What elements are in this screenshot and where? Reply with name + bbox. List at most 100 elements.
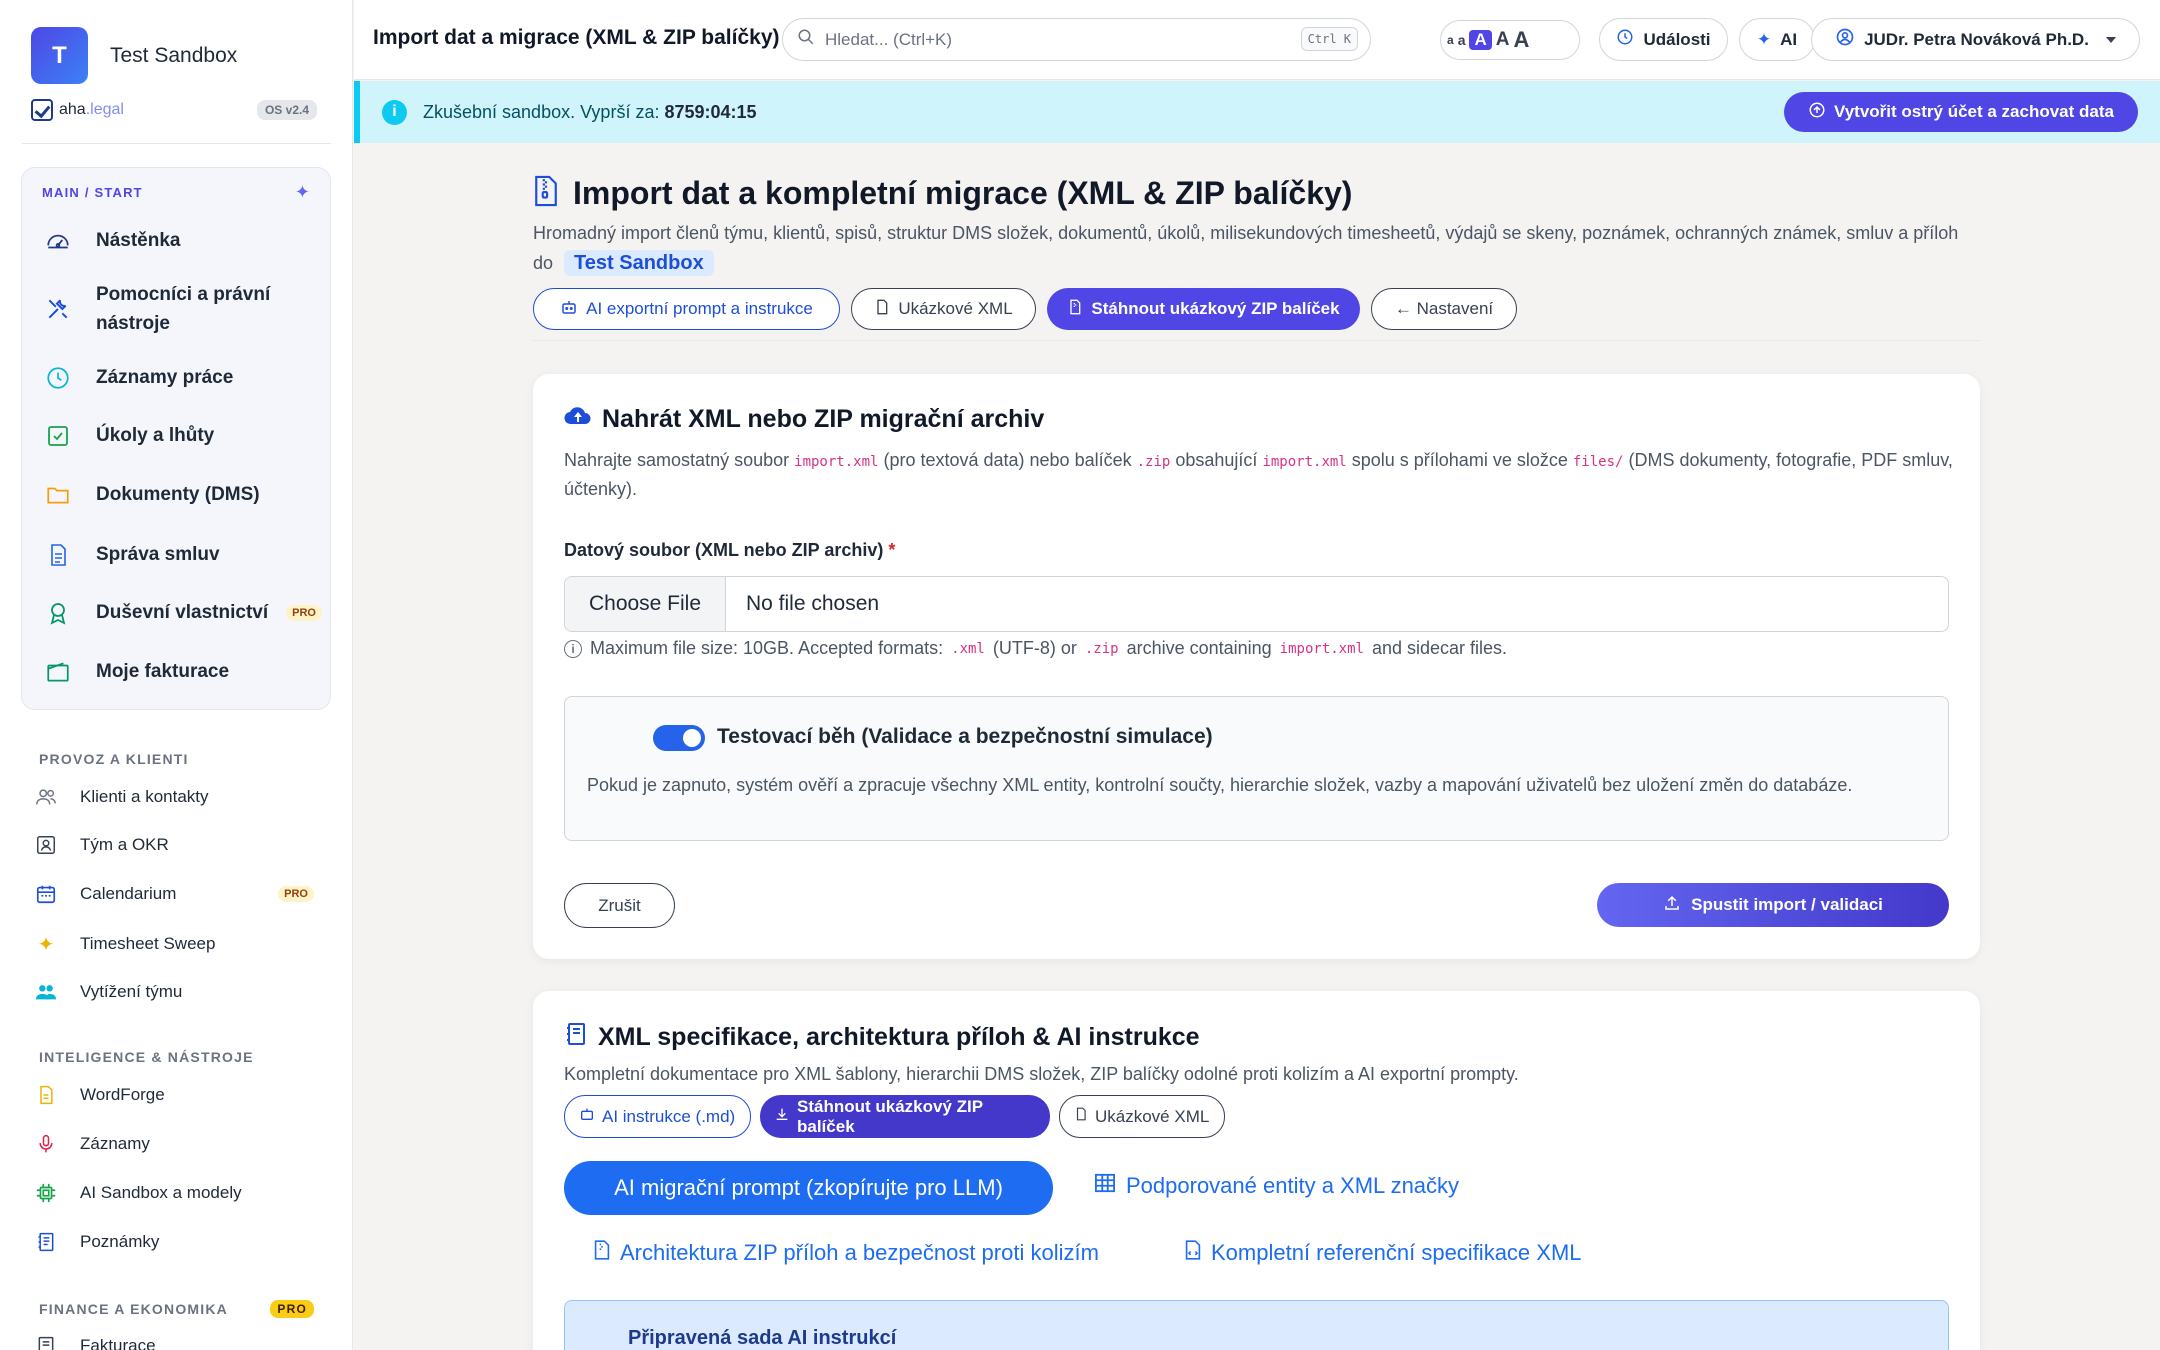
cancel-button[interactable]: Zrušit [564,883,675,928]
spec-description: Kompletní dokumentace pro XML šablony, h… [564,1064,1519,1084]
user-menu[interactable]: JUDr. Petra Nováková Ph.D. [1811,18,2140,61]
sidebar-item-label: Nástěnka [96,230,181,251]
sidebar-item-poznamky[interactable]: Poznámky [34,1230,324,1254]
ai-label: AI [1780,29,1798,49]
sidebar-item-label: WordForge [80,1085,165,1104]
workspace-switcher[interactable]: T Test Sandbox [31,27,237,84]
page-description: Hromadný import členů týmu, klientů, spi… [533,218,1983,278]
download-icon [774,1106,790,1127]
description-text: Hromadný import členů týmu, klientů, spi… [533,223,1959,273]
version-badge: OS v2.4 [256,100,317,120]
sidebar-item-label: Fakturace [80,1336,156,1350]
create-account-button[interactable]: Vytvořit ostrý účet a zachovat data [1784,92,2138,132]
hint-part: archive containing [1126,638,1272,658]
settings-button[interactable]: ← Nastavení [1371,288,1517,330]
sidebar-item-dusevni-vlastnictvi[interactable]: Duševní vlastnictví PRO [22,598,330,627]
search-input[interactable]: Hledat... (Ctrl+K) Ctrl K [782,18,1371,61]
download-zip-label: Stáhnout ukázkový ZIP balíček [797,1096,983,1136]
sidebar-item-ai-sandbox[interactable]: AI Sandbox a modely [34,1181,324,1205]
ai-prompt-button[interactable]: AI exportní prompt a instrukce [533,288,840,330]
spec-card-title: XML specifikace, architektura příloh & A… [564,1021,1200,1054]
sidebar-item-timesheet-sweep[interactable]: ✦ Timesheet Sweep [34,932,324,956]
download-zip-button[interactable]: Stáhnout ukázkový ZIP balíček [1047,288,1360,330]
ai-prompt-label: AI exportní prompt a instrukce [586,299,813,318]
sidebar-item-label: Duševní vlastnictví [96,602,269,623]
tab-ai-prompt[interactable]: AI migrační prompt (zkopírujte pro LLM) [564,1161,1053,1215]
sidebar-item-label: Záznamy práce [96,367,234,388]
main-nav-section: MAIN / START ✦ Nástěnka Pomocníci a práv… [21,167,331,710]
events-label: Události [1643,29,1711,49]
award-icon [44,599,72,627]
file-zip-icon [1067,298,1083,321]
download-zip-button[interactable]: Stáhnout ukázkový ZIP balíček [760,1095,1050,1138]
clock-icon [44,364,72,392]
choose-file-button[interactable]: Choose File [565,577,726,631]
dry-run-toggle[interactable] [653,725,705,751]
file-input[interactable]: Choose File No file chosen [564,576,1949,632]
tab-xml-reference[interactable]: Kompletní referenční specifikace XML [1185,1239,1582,1267]
sidebar-item-smlouvy[interactable]: Správa smluv [22,540,330,569]
group-title-finance: FINANCE A EKONOMIKA PRO [39,1300,314,1318]
run-import-button[interactable]: Spustit import / validaci [1597,883,1949,927]
sidebar: T Test Sandbox aha .legal OS v2.4 MAIN / … [0,0,353,1350]
code-snippet: .zip [1084,640,1119,657]
brand-legal: .legal [85,101,124,118]
table-icon [1094,1173,1116,1199]
sidebar-item-tym-okr[interactable]: Tým a OKR [34,833,324,857]
sidebar-item-label: Klienti a kontakty [80,787,209,806]
desc-part: (pro textová data) nebo balíček [883,450,1132,470]
download-zip-label: Stáhnout ukázkový ZIP balíček [1091,299,1340,318]
book-icon [564,1021,588,1054]
arrow-up-circle-icon [1808,101,1826,124]
info-icon: i [564,639,582,658]
sidebar-item-klienti[interactable]: Klienti a kontakty [34,785,324,809]
file-code-icon [874,298,890,321]
font-size-l[interactable]: A [1496,29,1510,51]
font-size-s[interactable]: a [1458,32,1466,48]
sidebar-item-ukoly[interactable]: Úkoly a lhůty [22,421,330,450]
sidebar-item-label: Pomocníci a právní nástroje [96,284,271,334]
sidebar-item-fakturace[interactable]: Moje fakturace [22,657,330,686]
sidebar-item-vytizeni[interactable]: Vytížení týmu [34,980,324,1004]
header-actions: AI exportní prompt a instrukce Ukázkové … [533,288,1517,330]
calendar-icon [34,882,58,906]
upload-icon [1663,894,1681,917]
robot-icon [560,298,578,321]
section-title: MAIN / START [42,185,143,200]
sidebar-item-pomocnici[interactable]: Pomocníci a právní nástroje [22,280,330,338]
sample-xml-button[interactable]: Ukázkové XML [851,288,1036,330]
tenant-tag: Test Sandbox [564,250,714,276]
sidebar-item-zaznamy[interactable]: Záznamy [34,1132,324,1156]
sidebar-item-nastenka[interactable]: Nástěnka [22,226,330,255]
sidebar-item-calendarium[interactable]: Calendarium PRO [34,882,324,906]
sidebar-item-zaznamy-prace[interactable]: Záznamy práce [22,363,330,392]
sidebar-item-label: Calendarium [80,884,177,903]
ai-button[interactable]: ✦ AI [1739,18,1815,61]
ai-instructions-button[interactable]: AI instrukce (.md) [564,1095,751,1138]
sidebar-item-wordforge[interactable]: WordForge [34,1083,324,1107]
font-size-xl[interactable]: A [1514,27,1530,53]
spec-actions: AI instrukce (.md) Stáhnout ukázkový ZIP… [564,1095,1225,1138]
sample-xml-button[interactable]: Ukázkové XML [1059,1095,1225,1138]
font-size-xs[interactable]: a [1447,33,1454,47]
hint-part: Maximum file size: 10GB. Accepted format… [590,638,944,658]
search-icon [797,28,815,51]
hint-part: and sidecar files. [1371,638,1508,658]
group-title-label: FINANCE A EKONOMIKA [39,1301,228,1317]
banner-message: Zkušební sandbox. Vyprší za: [423,101,660,122]
dry-run-title: Testovací běh (Validace a bezpečnostní s… [717,725,1213,748]
sample-xml-label: Ukázkové XML [898,299,1013,318]
tab-entities[interactable]: Podporované entity a XML značky [1094,1173,1459,1199]
events-button[interactable]: Události [1599,18,1728,61]
heading-text: Import dat a kompletní migrace (XML & ZI… [573,175,1353,211]
sidebar-item-dokumenty[interactable]: Dokumenty (DMS) [22,480,330,509]
sidebar-item-label: Úkoly a lhůty [96,425,215,446]
product-brand: aha .legal OS v2.4 [31,99,317,121]
tab-zip-architecture[interactable]: Architektura ZIP příloh a bezpečnost pro… [594,1239,1099,1267]
tools-icon [44,295,72,323]
sidebar-item-label: Moje fakturace [96,661,230,682]
sidebar-item-fakturace-2[interactable]: Fakturace [34,1334,324,1350]
sparkle-icon[interactable]: ✦ [295,182,310,203]
code-snippet: .zip [1136,454,1171,470]
font-size-m[interactable]: A [1469,30,1492,50]
